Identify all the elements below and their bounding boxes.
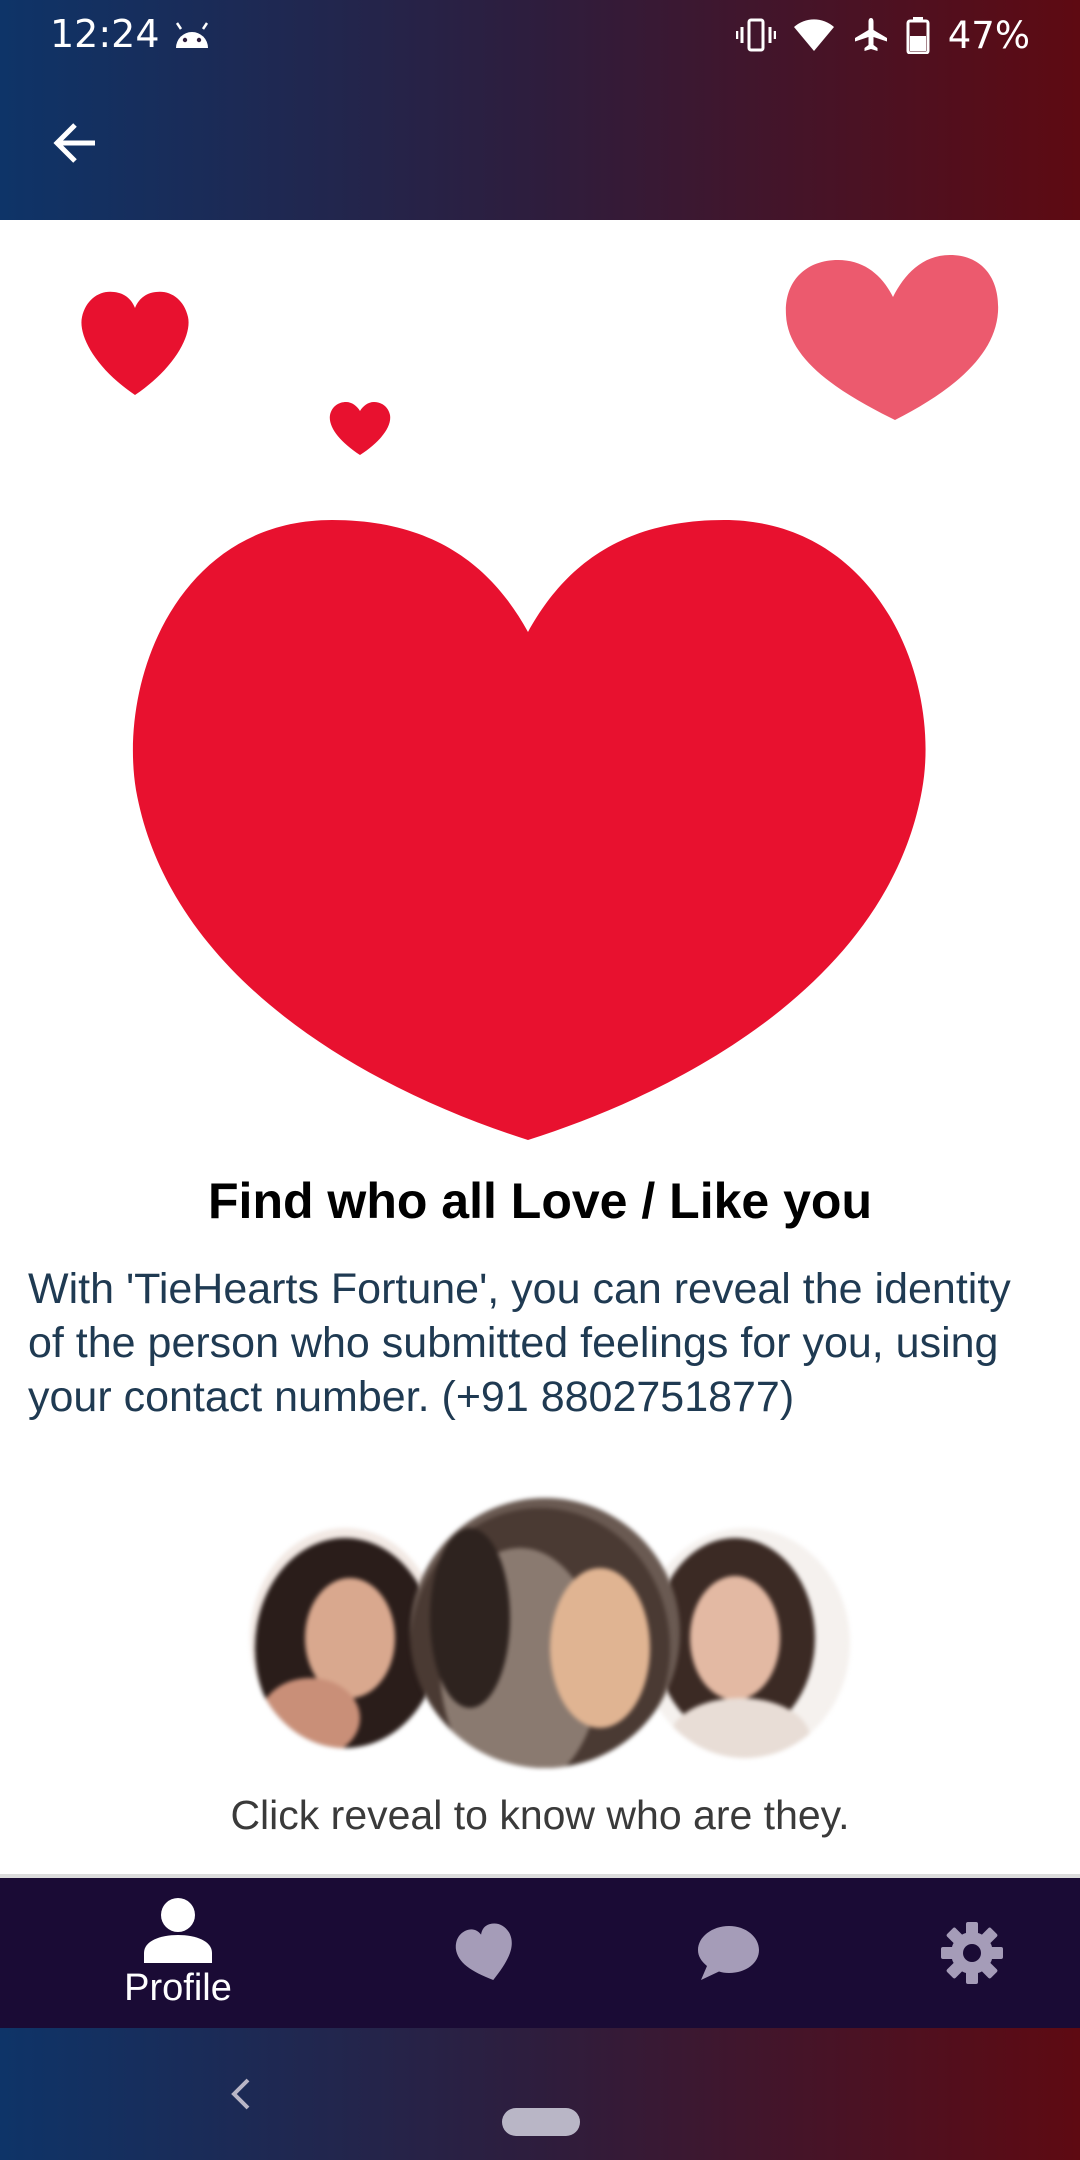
system-home-pill[interactable]	[502, 2108, 580, 2136]
nav-chat[interactable]	[628, 1878, 828, 2028]
battery-icon	[906, 17, 930, 54]
small-heart-top-left	[81, 291, 189, 395]
system-navigation-bar	[0, 2028, 1080, 2160]
nav-profile-label: Profile	[124, 1966, 232, 2009]
bottom-navigation: Profile	[0, 1874, 1080, 2028]
nav-settings[interactable]	[872, 1878, 1072, 2028]
chat-icon	[698, 1926, 759, 1980]
pink-heart-top-right	[785, 255, 999, 420]
blurred-avatars	[240, 1498, 860, 1778]
top-app-bar: 12:24 47%	[0, 0, 1080, 220]
back-button[interactable]	[40, 108, 110, 178]
wifi-icon	[793, 19, 834, 51]
headline: Find who all Love / Like you	[208, 1173, 872, 1229]
nav-hearts[interactable]	[386, 1878, 586, 2028]
airplane-icon	[854, 18, 887, 51]
arrow-left-icon	[53, 123, 95, 163]
person-icon	[144, 1897, 212, 1963]
reveal-hint: Click reveal to know who are they.	[230, 1792, 850, 1838]
big-heart	[132, 520, 926, 1140]
nav-profile[interactable]: Profile	[78, 1878, 278, 2028]
description: With 'TieHearts Fortune', you can reveal…	[28, 1265, 1011, 1421]
system-back-icon[interactable]	[220, 2066, 260, 2122]
gear-icon	[941, 1922, 1003, 1984]
vibrate-icon	[735, 18, 776, 52]
avatar-center	[410, 1498, 680, 1768]
status-time: 12:24	[50, 12, 160, 56]
battery-percent: 47%	[947, 13, 1030, 57]
status-icons: 47%	[735, 10, 1030, 60]
tiny-heart	[329, 402, 391, 455]
hearts-illustration	[0, 220, 1080, 1180]
heart-icon	[455, 1923, 512, 1981]
android-icon	[175, 22, 209, 48]
